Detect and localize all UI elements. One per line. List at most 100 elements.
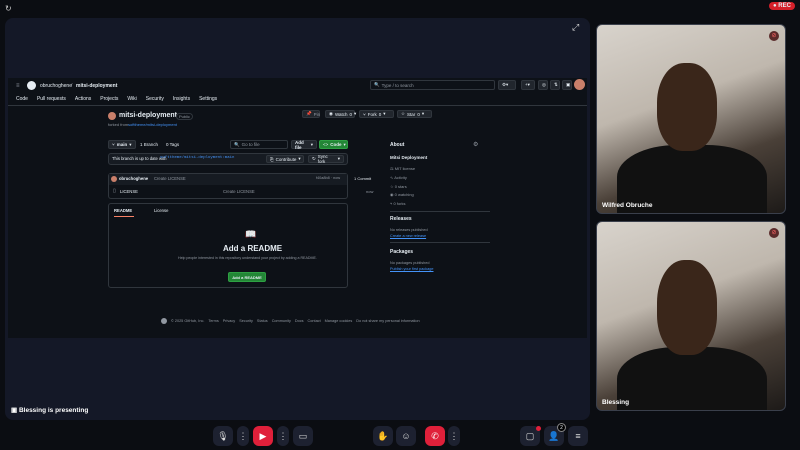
branches-link[interactable]: 1 Branch <box>140 142 158 147</box>
file-name[interactable]: LICENSE <box>120 189 138 194</box>
mic-off-icon: ⊘ <box>769 228 779 238</box>
about-stars[interactable]: ☆ 0 stars <box>390 184 407 189</box>
participant-head <box>657 260 717 355</box>
star-label: Star <box>407 112 415 117</box>
commit-message[interactable]: Create LICENSE <box>154 176 186 181</box>
footer-copyright: © 2025 GitHub, Inc. <box>171 319 204 323</box>
about-description: Mitsi Deployment <box>390 155 427 160</box>
star-button[interactable]: ☆Star0▾ <box>397 110 432 118</box>
about-watching[interactable]: ◉ 0 watching <box>390 192 414 197</box>
footer-docs[interactable]: Docs <box>295 319 304 323</box>
create-release-link[interactable]: Create a new release <box>390 234 426 238</box>
copilot-button[interactable]: ⚙▾ <box>498 80 516 90</box>
presenting-label: ▣ Blessing is presenting <box>11 406 88 414</box>
fork-button[interactable]: ⑂Fork0▾ <box>359 110 394 118</box>
star-count: 0 <box>417 112 420 117</box>
footer-cookies[interactable]: Manage cookies <box>325 319 353 323</box>
tab-license[interactable]: License <box>154 208 168 213</box>
packages-text: No packages published <box>390 261 429 265</box>
raise-hand-button[interactable]: ✋ <box>373 426 393 446</box>
readme-description: Help people interested in this repositor… <box>178 256 317 260</box>
search-input[interactable]: 🔍Type / to search <box>370 80 495 90</box>
commit-author[interactable]: obruchoghene <box>119 176 148 181</box>
code-label: Code <box>330 142 341 147</box>
watch-button[interactable]: ◉Watch0▾ <box>325 110 355 118</box>
add-readme-button[interactable]: Add a README <box>228 272 266 282</box>
participant-video <box>617 347 767 411</box>
repo-link[interactable]: mitsi-deployment <box>76 83 117 89</box>
footer-do-not-share[interactable]: Do not share my personal information <box>356 319 419 323</box>
end-call-button[interactable]: ✆ <box>425 426 445 446</box>
app-icon[interactable]: ↻ <box>5 4 12 13</box>
expand-icon[interactable]: ⤢ <box>572 22 579 33</box>
fork-status-text: This branch is up to date with <box>112 156 166 161</box>
file-commit-msg[interactable]: Create LICENSE <box>223 189 255 194</box>
create-new-button[interactable]: +▾ <box>521 80 535 90</box>
presenting-text: Blessing is presenting <box>19 407 88 414</box>
footer-community[interactable]: Community <box>272 319 291 323</box>
mic-toggle-button[interactable]: 🎙 <box>213 426 233 446</box>
presentation-area: ⤢ ≡ obruchoghene / mitsi-deployment 🔍Typ… <box>5 18 590 420</box>
participant-tile[interactable]: ⊘ Blessing <box>596 221 786 411</box>
add-file-button[interactable]: Add file▾ <box>291 140 317 149</box>
mic-off-icon: ⊘ <box>769 31 779 41</box>
menu-icon[interactable]: ≡ <box>16 83 20 89</box>
code-button[interactable]: <>Code▾ <box>319 140 348 149</box>
releases-text: No releases published <box>390 228 428 232</box>
about-license[interactable]: ⚖ MIT license <box>390 166 415 171</box>
branch-name: main <box>117 142 128 147</box>
forked-from-label: forked from <box>108 122 128 127</box>
avatar[interactable] <box>574 79 585 90</box>
fork-status-ref[interactable]: softtheme/mitsi-deployment:main <box>160 156 234 160</box>
participant-tile[interactable]: ⊘ Wilfred Obruche <box>596 24 786 214</box>
publish-package-link[interactable]: Publish your first package <box>390 267 433 271</box>
contribute-button[interactable]: ⎘Contribute▾ <box>266 155 304 163</box>
packages-heading[interactable]: Packages <box>390 249 413 255</box>
rec-badge: ● REC <box>769 2 795 10</box>
commit-hash[interactable]: f40a8b8 · now <box>316 176 340 180</box>
file-time: now <box>366 189 373 194</box>
branch-selector[interactable]: ⑂main▾ <box>108 140 136 149</box>
file-icon: ▯ <box>113 188 116 194</box>
camera-options-button[interactable]: ⋮ <box>277 426 289 446</box>
forked-from-link[interactable]: softtheme/mitsi-deployment <box>128 122 177 127</box>
releases-heading[interactable]: Releases <box>390 216 412 222</box>
notifications-icon[interactable]: ▣ <box>562 80 572 90</box>
owner-link[interactable]: obruchoghene <box>40 83 72 89</box>
footer-security[interactable]: Security <box>239 319 253 323</box>
about-settings-icon[interactable]: ⚙ <box>473 141 478 148</box>
share-screen-button[interactable]: ▭ <box>293 426 313 446</box>
footer-terms[interactable]: Terms <box>208 319 218 323</box>
commits-link[interactable]: 1 Commit <box>354 176 371 181</box>
footer-status[interactable]: Status <box>257 319 268 323</box>
more-options-button[interactable]: ⋮ <box>448 426 460 446</box>
issues-icon[interactable]: ◎ <box>538 80 548 90</box>
footer-contact[interactable]: Contact <box>308 319 321 323</box>
repo-title[interactable]: mitsi-deployment <box>119 112 177 119</box>
pin-label: Pin <box>314 112 321 117</box>
mic-options-button[interactable]: ⋮ <box>237 426 249 446</box>
about-forks[interactable]: ⑂ 0 forks <box>390 201 406 206</box>
sync-fork-label: Sync fork <box>318 154 336 164</box>
sidebar-divider <box>390 211 490 212</box>
watch-label: Watch <box>335 112 348 117</box>
watch-count: 0 <box>350 112 353 117</box>
shared-screen-github: ≡ obruchoghene / mitsi-deployment 🔍Type … <box>8 78 587 338</box>
go-to-file-input[interactable]: 🔍Go to file <box>230 140 288 149</box>
people-count-badge: 2 <box>557 423 566 432</box>
fork-count: 0 <box>379 112 382 117</box>
repo-avatar <box>108 112 116 120</box>
github-logo-icon[interactable] <box>27 81 36 90</box>
sync-fork-button[interactable]: ↻Sync fork▾ <box>308 155 344 163</box>
tags-link[interactable]: 0 Tags <box>166 142 179 147</box>
about-activity[interactable]: ∿ Activity <box>390 175 407 180</box>
camera-toggle-button[interactable]: ▶ <box>253 426 273 446</box>
tab-readme[interactable]: README <box>114 208 134 217</box>
pull-requests-icon[interactable]: ⇅ <box>550 80 560 90</box>
contribute-label: Contribute <box>276 157 297 162</box>
pin-button[interactable]: 📌Pin <box>302 110 320 118</box>
footer-privacy[interactable]: Privacy <box>223 319 235 323</box>
reactions-button[interactable]: ☺ <box>396 426 416 446</box>
menu-button[interactable]: ≡ <box>568 426 588 446</box>
footer: © 2025 GitHub, Inc. Terms Privacy Securi… <box>161 318 420 324</box>
